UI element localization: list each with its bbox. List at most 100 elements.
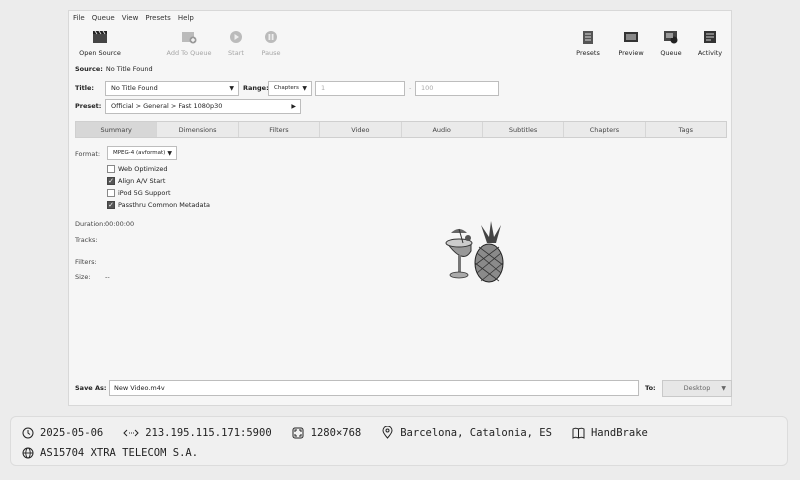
toolbar: Open Source Add To Queue Start Pause Pre… — [69, 27, 731, 67]
globe-icon — [21, 446, 34, 459]
start-icon — [228, 29, 244, 45]
checkbox-unchecked-icon — [107, 165, 115, 173]
presets-icon — [580, 29, 596, 45]
preview-icon — [623, 29, 639, 45]
clapperboard-icon — [92, 29, 108, 45]
chevron-down-icon: ▼ — [721, 384, 726, 392]
location-pin-icon — [381, 426, 394, 439]
tab-audio[interactable]: Audio — [402, 122, 483, 137]
session-info-bar: 2025-05-06 213.195.115.171:5900 1280×768… — [10, 416, 788, 466]
size-label: Size: — [75, 273, 91, 281]
info-app: HandBrake — [590, 426, 648, 439]
tab-tags[interactable]: Tags — [646, 122, 726, 137]
open-source-button[interactable]: Open Source — [72, 27, 128, 57]
screen-resolution-icon — [292, 426, 305, 439]
title-label: Title: — [75, 84, 95, 92]
to-label: To: — [645, 384, 656, 392]
save-as-input[interactable]: New Video.m4v — [109, 380, 639, 396]
destination-select[interactable]: Desktop ▼ — [662, 379, 732, 397]
ipod-5g-support-checkbox[interactable]: iPod 5G Support — [107, 189, 171, 197]
align-av-start-label: Align A/V Start — [118, 177, 166, 185]
range-label: Range: — [243, 84, 269, 92]
presets-label: Presets — [576, 49, 600, 57]
queue-icon — [663, 29, 679, 45]
menu-queue[interactable]: Queue — [92, 14, 115, 22]
info-address: 213.195.115.171:5900 — [145, 426, 272, 439]
info-row-2: AS15704 XTRA TELECOM S.A. — [21, 446, 198, 459]
source-label: Source: — [75, 65, 103, 73]
web-optimized-checkbox[interactable]: Web Optimized — [107, 165, 168, 173]
pause-button[interactable]: Pause — [243, 27, 299, 57]
align-av-start-checkbox[interactable]: ✓ Align A/V Start — [107, 177, 165, 185]
format-value: MPEG-4 (avformat) — [113, 150, 166, 156]
tab-chapters[interactable]: Chapters — [564, 122, 646, 137]
format-label: Format: — [75, 150, 101, 158]
tab-bar: Summary Dimensions Filters Video Audio S… — [75, 121, 727, 138]
range-end-value: 100 — [421, 84, 434, 92]
destination-value: Desktop — [683, 384, 711, 392]
duration-label: Duration: — [75, 220, 106, 228]
menu-bar: File Queue View Presets Help — [69, 11, 731, 25]
queue-label: Queue — [660, 49, 682, 57]
chevron-right-icon: ▶ — [291, 102, 296, 110]
menu-file[interactable]: File — [73, 14, 85, 22]
info-location: Barcelona, Catalonia, ES — [400, 426, 552, 439]
preset-select[interactable]: Official > General > Fast 1080p30 ▶ — [105, 98, 301, 114]
tab-dimensions[interactable]: Dimensions — [157, 122, 239, 137]
format-select[interactable]: MPEG-4 (avformat) ▼ — [107, 146, 177, 160]
source-row: Source: No Title Found — [75, 65, 153, 73]
range-start-value: 1 — [321, 84, 326, 92]
clock-icon — [21, 426, 34, 439]
info-date: 2025-05-06 — [40, 426, 104, 439]
start-label: Start — [228, 49, 244, 57]
tab-video[interactable]: Video — [320, 122, 402, 137]
size-value: -- — [105, 273, 110, 281]
preset-label: Preset: — [75, 102, 102, 110]
ipod-5g-support-label: iPod 5G Support — [118, 189, 171, 197]
chevron-down-icon: ▼ — [302, 84, 307, 92]
passthru-metadata-label: Passthru Common Metadata — [118, 201, 211, 209]
save-as-label: Save As: — [75, 384, 107, 392]
open-source-label: Open Source — [79, 49, 121, 57]
handbrake-window: File Queue View Presets Help Open Source… — [68, 10, 732, 406]
info-row-1: 2025-05-06 213.195.115.171:5900 1280×768… — [21, 426, 648, 439]
menu-view[interactable]: View — [122, 14, 139, 22]
chevron-down-icon: ▼ — [229, 84, 234, 92]
activity-icon — [702, 29, 718, 45]
tab-subtitles[interactable]: Subtitles — [483, 122, 565, 137]
save-as-value: New Video.m4v — [114, 384, 165, 392]
menu-help[interactable]: Help — [178, 14, 194, 22]
app-book-icon — [572, 426, 585, 439]
tab-summary[interactable]: Summary — [76, 122, 158, 137]
preset-row: Preset: Official > General > Fast 1080p3… — [75, 98, 375, 114]
passthru-metadata-checkbox[interactable]: ✓ Passthru Common Metadata — [107, 201, 210, 209]
add-to-queue-label: Add To Queue — [166, 49, 212, 57]
checkbox-unchecked-icon — [107, 189, 115, 197]
range-mode-value: Chapters — [274, 85, 299, 91]
activity-button[interactable]: Activity — [682, 27, 738, 57]
info-asn: AS15704 XTRA TELECOM S.A. — [40, 446, 199, 459]
range-mode-select[interactable]: Chapters ▼ — [268, 80, 312, 96]
title-value: No Title Found — [111, 84, 158, 92]
filters-label: Filters: — [75, 258, 97, 266]
tracks-label: Tracks: — [75, 236, 98, 244]
pause-icon — [263, 29, 279, 45]
title-select[interactable]: No Title Found ▼ — [105, 80, 239, 96]
tab-filters[interactable]: Filters — [239, 122, 321, 137]
connection-arrows-icon — [123, 426, 139, 439]
preview-label: Preview — [618, 49, 644, 57]
web-optimized-label: Web Optimized — [118, 165, 168, 173]
activity-label: Activity — [697, 49, 723, 57]
range-separator-dash: - — [409, 84, 412, 92]
menu-presets[interactable]: Presets — [145, 14, 170, 22]
checkbox-checked-icon: ✓ — [107, 176, 115, 185]
add-queue-icon — [181, 29, 197, 45]
save-as-row: Save As: New Video.m4v To: Desktop ▼ — [75, 379, 732, 397]
preset-value: Official > General > Fast 1080p30 — [111, 102, 223, 110]
duration-value: 00:00:00 — [105, 220, 135, 228]
title-row: Title: No Title Found ▼ Range: Chapters … — [75, 80, 735, 96]
range-end-spinner[interactable]: 100 — [415, 80, 499, 96]
source-value: No Title Found — [105, 65, 153, 73]
handbrake-logo — [441, 221, 511, 291]
range-start-spinner[interactable]: 1 — [315, 80, 405, 96]
